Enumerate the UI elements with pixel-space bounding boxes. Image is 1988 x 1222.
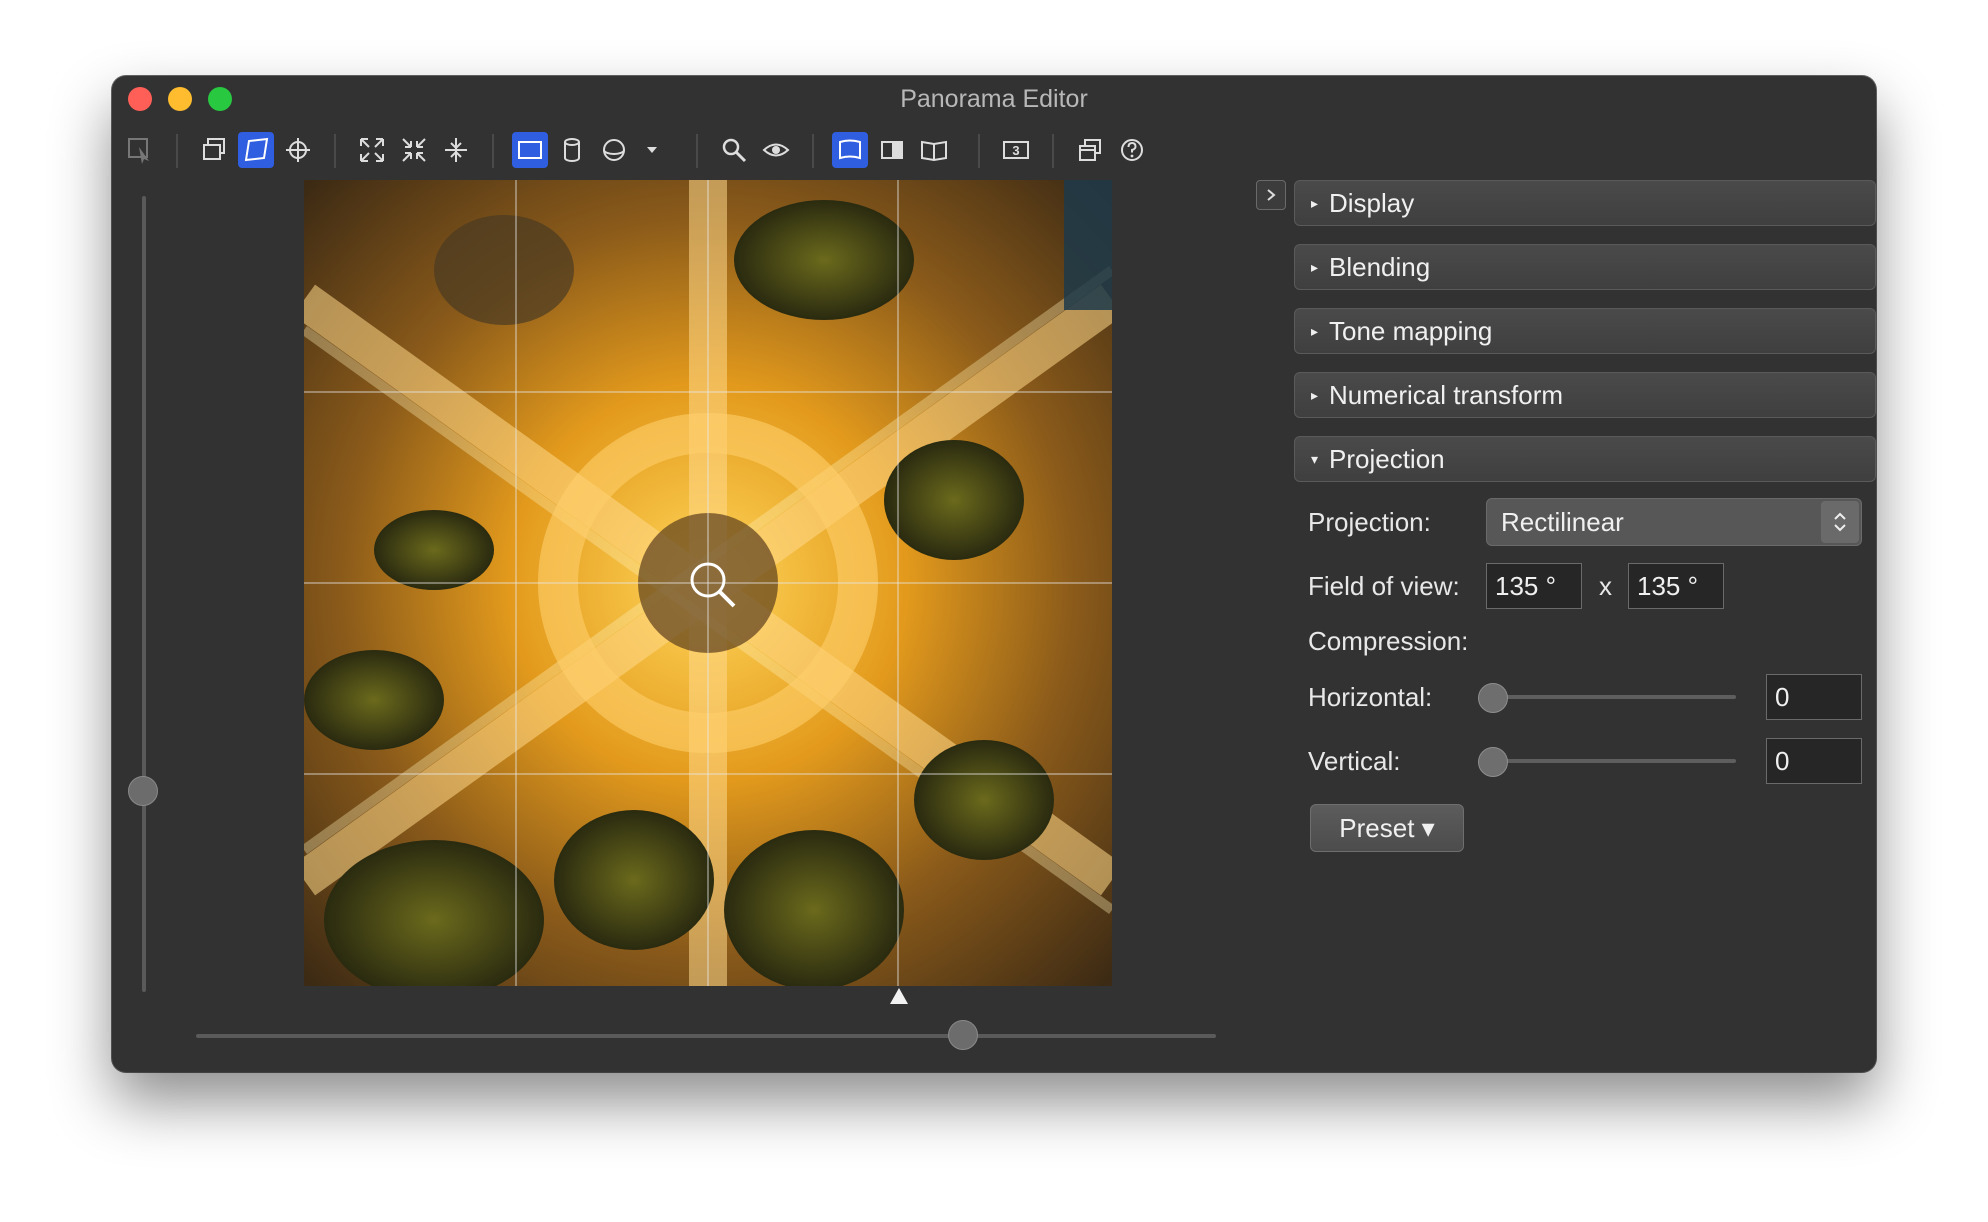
zoom-icon[interactable]: [716, 132, 752, 168]
section-tone-mapping[interactable]: ▸ Tone mapping: [1294, 308, 1876, 354]
close-button[interactable]: [128, 87, 152, 111]
section-display[interactable]: ▸ Display: [1294, 180, 1876, 226]
window-titlebar: Panorama Editor: [112, 76, 1876, 122]
vertical-pitch-slider[interactable]: [142, 196, 146, 992]
warp-icon[interactable]: [238, 132, 274, 168]
cylinder-shape-icon[interactable]: [554, 132, 590, 168]
preset-button[interactable]: Preset ▾: [1310, 804, 1464, 852]
select-arrows-icon: [1821, 501, 1859, 543]
vertical-compression-label: Vertical:: [1308, 746, 1401, 776]
horizontal-compression-field[interactable]: 0: [1766, 674, 1862, 720]
select-tool-icon[interactable]: [122, 132, 158, 168]
section-projection-label: Projection: [1329, 444, 1445, 474]
panorama-editor-window: Panorama Editor 3 ▸ Display ▸ Blending ▸…: [112, 76, 1876, 1072]
svg-text:3: 3: [1012, 143, 1019, 158]
preset-button-label: Preset ▾: [1339, 813, 1435, 843]
section-tone-mapping-label: Tone mapping: [1329, 316, 1493, 346]
projection-select-value: Rectilinear: [1501, 507, 1624, 537]
section-blending[interactable]: ▸ Blending: [1294, 244, 1876, 290]
eye-icon[interactable]: [758, 132, 794, 168]
vertical-compression-slider[interactable]: [1490, 759, 1736, 763]
chevron-right-icon: [1267, 189, 1276, 201]
horizontal-compression-slider[interactable]: [1490, 695, 1736, 699]
vertical-pitch-slider-knob[interactable]: [128, 776, 158, 806]
disclosure-right-icon: ▸: [1311, 195, 1319, 211]
horizon-marker-icon[interactable]: [890, 988, 908, 1004]
projection-label: Projection:: [1308, 507, 1431, 537]
vertical-compression-knob[interactable]: [1478, 747, 1508, 777]
section-numerical-transform[interactable]: ▸ Numerical transform: [1294, 372, 1876, 418]
fov-vertical-value: 135 °: [1637, 571, 1699, 601]
field-of-view-label: Field of view:: [1308, 571, 1460, 601]
fov-horizontal-field[interactable]: 135 °: [1486, 563, 1582, 609]
section-blending-label: Blending: [1329, 252, 1431, 282]
rectangle-shape-icon[interactable]: [512, 132, 548, 168]
window-title: Panorama Editor: [900, 85, 1088, 113]
fov-separator: x: [1599, 571, 1612, 601]
disclosure-right-icon: ▸: [1311, 323, 1319, 339]
horizontal-yaw-slider-knob[interactable]: [948, 1020, 978, 1050]
disclosure-right-icon: ▸: [1311, 259, 1319, 275]
split-view-icon[interactable]: [874, 132, 910, 168]
fit-expand-icon[interactable]: [354, 132, 390, 168]
help-icon[interactable]: [1114, 132, 1150, 168]
projection-select[interactable]: Rectilinear: [1486, 498, 1862, 546]
zoom-window-button[interactable]: [208, 87, 232, 111]
fit-compress-icon[interactable]: [396, 132, 432, 168]
toolbar: 3: [112, 122, 1876, 178]
disclosure-right-icon: ▸: [1311, 387, 1319, 403]
horizontal-yaw-slider[interactable]: [196, 1034, 1216, 1038]
collapse-panel-button[interactable]: [1256, 180, 1286, 210]
panorama-preview[interactable]: [304, 180, 1112, 986]
windows-icon[interactable]: [1072, 132, 1108, 168]
compression-label: Compression:: [1308, 626, 1469, 656]
minimize-button[interactable]: [168, 87, 192, 111]
image-layers-icon[interactable]: [196, 132, 232, 168]
sphere-shape-icon[interactable]: [596, 132, 632, 168]
section-numerical-transform-label: Numerical transform: [1329, 380, 1564, 410]
horizontal-compression-knob[interactable]: [1478, 683, 1508, 713]
number-3-icon[interactable]: 3: [998, 132, 1034, 168]
vertical-compression-value: 0: [1775, 746, 1790, 776]
book-view-icon[interactable]: [916, 132, 952, 168]
section-display-label: Display: [1329, 188, 1415, 218]
fit-vertical-icon[interactable]: [438, 132, 474, 168]
vertical-compression-field[interactable]: 0: [1766, 738, 1862, 784]
dropdown-arrow-icon[interactable]: [634, 132, 670, 168]
crosshair-icon[interactable]: [280, 132, 316, 168]
horizontal-compression-label: Horizontal:: [1308, 682, 1433, 712]
section-projection[interactable]: ▾ Projection: [1294, 436, 1876, 482]
horizontal-compression-value: 0: [1775, 682, 1790, 712]
fov-horizontal-value: 135 °: [1495, 571, 1557, 601]
fov-vertical-field[interactable]: 135 °: [1628, 563, 1724, 609]
flat-view-icon[interactable]: [832, 132, 868, 168]
disclosure-down-icon: ▾: [1311, 451, 1319, 467]
